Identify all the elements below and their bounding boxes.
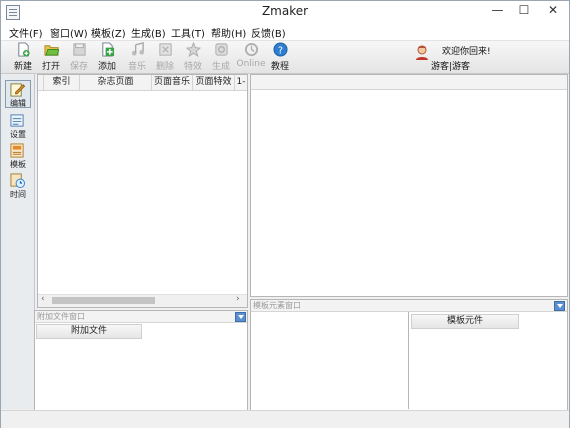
delete-icon	[159, 43, 172, 56]
scroll-right-arrow[interactable]: ›	[236, 294, 240, 304]
user-avatar-icon	[416, 45, 428, 60]
build-icon	[215, 43, 228, 56]
column-header-index[interactable]: 索引	[44, 75, 80, 90]
menu-template[interactable]: 模板(Z)	[91, 25, 126, 40]
preview-panel	[250, 74, 568, 297]
close-button[interactable]: ✕	[537, 1, 569, 21]
attach-file-panel: 附加文件窗口 附加文件	[34, 310, 248, 411]
sidebar-item-time[interactable]: 时间	[6, 172, 30, 199]
attach-panel-dropdown[interactable]	[235, 312, 246, 322]
template-element-panel: 模板元素窗口 模板元件	[250, 299, 568, 411]
sidebar-item-settings[interactable]: 设置	[6, 112, 30, 139]
new-file-icon	[18, 42, 30, 57]
sidebar-item-edit[interactable]: 编辑	[5, 80, 31, 108]
open-folder-icon	[44, 45, 59, 56]
minimize-button[interactable]: —	[484, 1, 511, 21]
add-page-icon	[102, 42, 115, 57]
column-header-effects[interactable]: 页面特效	[193, 75, 235, 90]
scroll-left-arrow[interactable]: ‹	[41, 294, 45, 304]
menu-tools[interactable]: 工具(T)	[171, 25, 205, 40]
template-panel-dropdown[interactable]	[554, 301, 565, 311]
svg-text:?: ?	[278, 45, 283, 56]
template-icon	[10, 143, 24, 158]
music-icon	[131, 42, 145, 56]
column-header-extra[interactable]: 1-	[235, 75, 247, 90]
clock-icon	[10, 173, 25, 188]
page-list-panel: 索引 杂志页面 页面音乐 页面特效 1- ‹ ›	[37, 74, 248, 308]
page-list-header: 索引 杂志页面 页面音乐 页面特效 1-	[38, 75, 247, 91]
title-bar: Zmaker — ☐ ✕	[1, 1, 569, 23]
menu-feedback[interactable]: 反馈(B)	[251, 25, 286, 40]
tutorial-label: 教程	[270, 62, 289, 72]
maximize-button[interactable]: ☐	[511, 1, 537, 21]
sidebar-template-label: 模板	[10, 160, 26, 169]
menu-build[interactable]: 生成(B)	[131, 25, 166, 40]
sidebar-item-template[interactable]: 模板	[6, 142, 30, 169]
settings-icon	[10, 114, 24, 127]
template-column-header[interactable]: 模板元件	[411, 314, 519, 329]
menu-bar: 文件(F) 窗口(W) 模板(Z) 生成(B) 工具(T) 帮助(H) 反馈(B…	[1, 23, 569, 41]
sidebar-time-label: 时间	[10, 190, 26, 199]
toolbar: 新建 打开 保存 添加 音乐 删除 特效 生成 Online ? 教程 欢迎你回…	[1, 41, 569, 74]
help-icon: ?	[273, 42, 288, 57]
sidebar-settings-label: 设置	[10, 130, 26, 139]
menu-file[interactable]: 文件(F)	[9, 25, 43, 40]
status-bar	[1, 410, 569, 428]
tutorial-button[interactable]: ? 教程	[266, 41, 294, 73]
effects-icon	[186, 42, 201, 57]
template-left-pane	[251, 312, 409, 409]
template-panel-title: 模板元素窗口	[251, 300, 567, 312]
page-list-hscroll[interactable]: ‹ ›	[38, 294, 247, 307]
attach-column-header[interactable]: 附加文件	[36, 324, 142, 339]
menu-help[interactable]: 帮助(H)	[211, 25, 246, 40]
app-window: Zmaker — ☐ ✕ 文件(F) 窗口(W) 模板(Z) 生成(B) 工具(…	[0, 0, 570, 428]
menu-window[interactable]: 窗口(W)	[50, 25, 88, 40]
save-icon	[73, 43, 86, 56]
sidebar-edit-label: 编辑	[10, 99, 26, 108]
edit-icon	[10, 83, 25, 97]
user-name[interactable]: 游客|游客	[431, 59, 470, 72]
scroll-thumb[interactable]	[52, 297, 155, 304]
column-header-page[interactable]: 杂志页面	[80, 75, 152, 90]
side-bar: 编辑 设置 模板 时间	[1, 74, 35, 409]
preview-header	[251, 75, 567, 90]
column-header-music[interactable]: 页面音乐	[152, 75, 193, 90]
welcome-text: 欢迎你回来!	[442, 47, 491, 57]
attach-panel-title: 附加文件窗口	[35, 311, 247, 323]
online-icon	[244, 42, 259, 57]
